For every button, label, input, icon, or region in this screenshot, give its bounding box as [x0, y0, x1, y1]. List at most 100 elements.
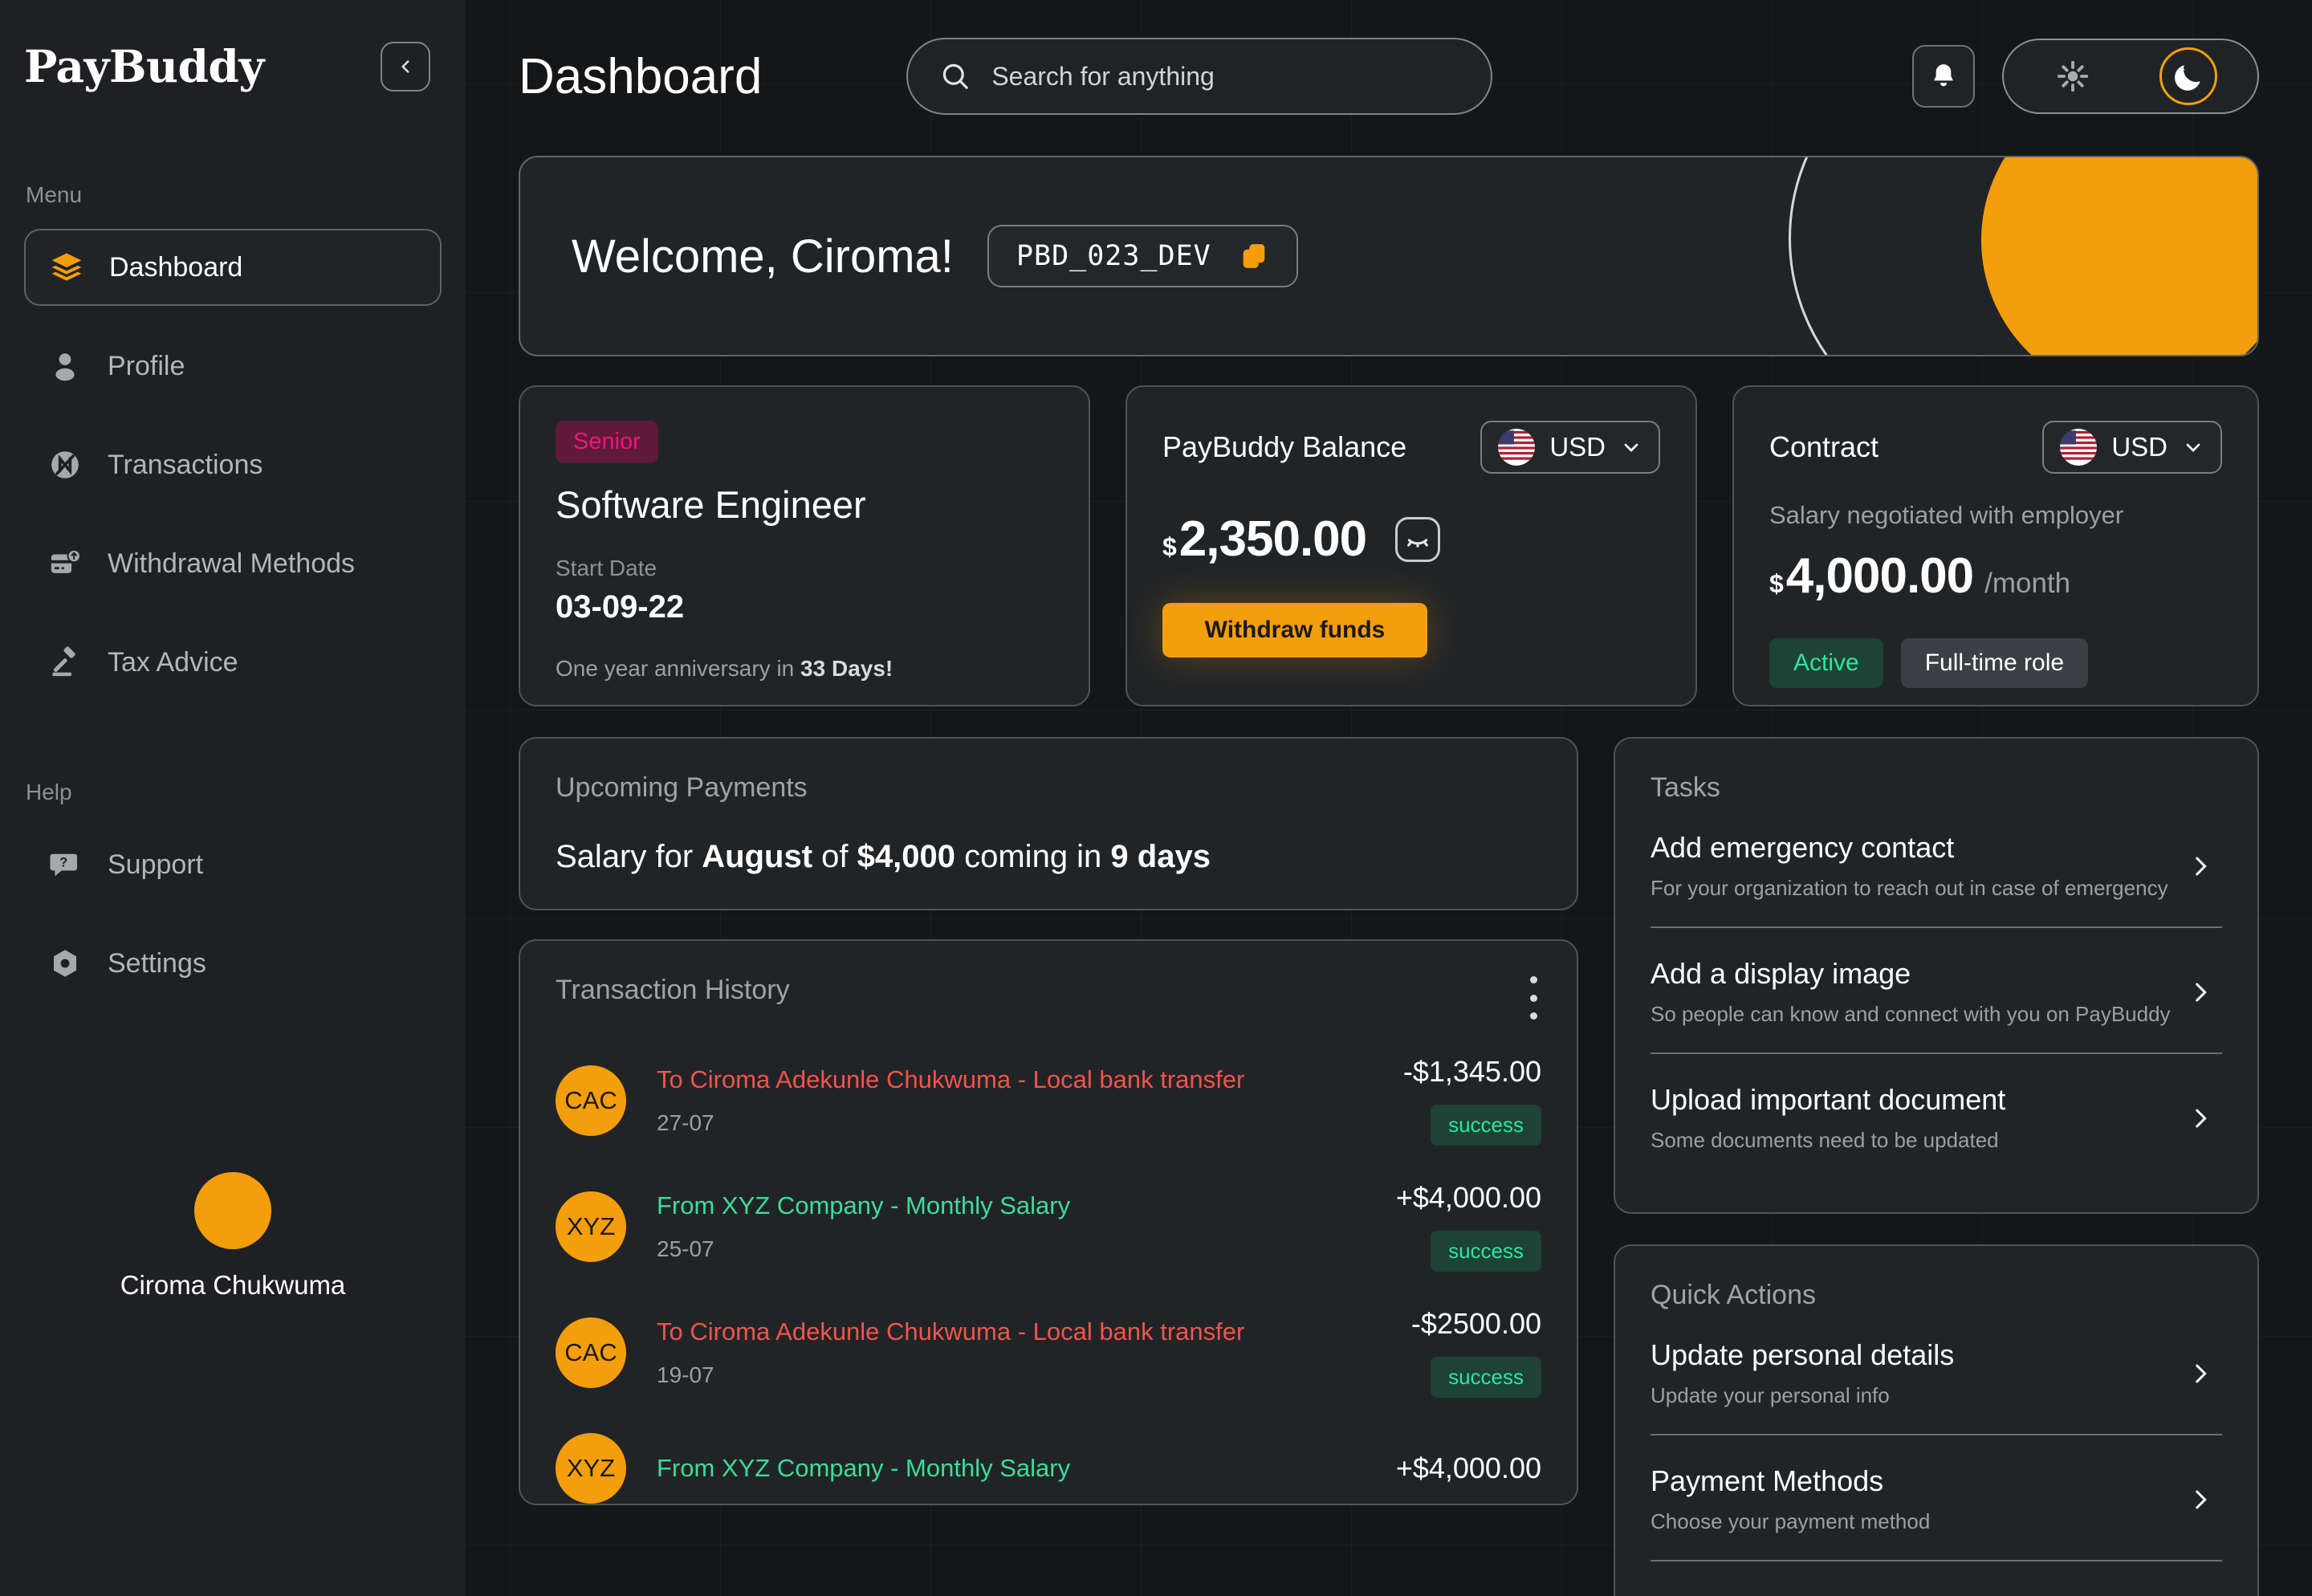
sidebar-item-support[interactable]: ? Support	[24, 826, 442, 903]
topbar-actions	[1912, 39, 2259, 114]
transaction-avatar: XYZ	[556, 1433, 626, 1504]
upcoming-payments-label: Upcoming Payments	[556, 772, 808, 803]
main-content: Dashboard Search for anything Welcome, C…	[466, 0, 2312, 1596]
list-item[interactable]: Upload important document Some documents…	[1651, 1052, 2222, 1179]
list-item[interactable]: Payment Methods Choose your payment meth…	[1651, 1434, 2222, 1560]
theme-toggle[interactable]	[2002, 39, 2259, 114]
copy-icon[interactable]	[1239, 241, 1269, 271]
anniversary-note: One year anniversary in 33 Days!	[556, 656, 1053, 682]
quick-action-text: Payment Methods Choose your payment meth…	[1651, 1464, 2187, 1534]
task-text: Add a display image So people can know a…	[1651, 957, 2187, 1027]
status-badge: Active	[1769, 638, 1883, 688]
sidebar-section-menu: Menu	[26, 182, 83, 207]
upcoming-prefix: Salary for	[556, 839, 702, 874]
sidebar-item-withdrawal-methods[interactable]: Withdrawal Methods	[24, 525, 442, 602]
contract-period: /month	[1984, 568, 2071, 599]
contract-currency-select[interactable]: USD	[2042, 421, 2222, 474]
chevron-right-icon	[2196, 1490, 2207, 1508]
balance-currency-select[interactable]: USD	[1480, 421, 1660, 474]
transaction-amount-col: +$4,000.00 success	[1396, 1181, 1541, 1272]
chevron-down-icon	[2186, 443, 2200, 452]
bell-icon	[1933, 64, 1954, 87]
list-item[interactable]: Add a display image So people can know a…	[1651, 926, 2222, 1052]
quick-action-subtitle: Update your personal info	[1651, 1383, 1890, 1407]
withdraw-funds-button[interactable]: Withdraw funds	[1162, 603, 1427, 658]
quick-action-subtitle: Choose your payment method	[1651, 1509, 1931, 1533]
transaction-amount: +$4,000.00	[1395, 1451, 1541, 1484]
balance-card-header: PayBuddy Balance USD	[1162, 421, 1660, 474]
search-icon	[943, 63, 969, 89]
welcome-banner: Welcome, Ciroma! PBD_023_DEV	[519, 156, 2259, 356]
transaction-avatar: CAC	[556, 1317, 626, 1388]
theme-option-dark[interactable]	[2159, 47, 2217, 105]
balance-amount-value: 2,350.00	[1178, 511, 1367, 567]
sidebar-collapse-button[interactable]	[381, 41, 430, 92]
task-text: Add emergency contact For your organizat…	[1651, 831, 2187, 901]
task-subtitle: For your organization to reach out in ca…	[1651, 876, 2168, 900]
sidebar-profile[interactable]: Ciroma Chukwuma	[0, 1172, 466, 1301]
lower-left-column: Upcoming Payments Salary for August of $…	[519, 737, 1578, 1505]
transaction-date: 19-07	[657, 1362, 714, 1387]
sidebar-item-tax-advice[interactable]: Tax Advice	[24, 624, 442, 701]
task-title: Upload important document	[1651, 1083, 2006, 1116]
search-input[interactable]: Search for anything	[906, 38, 1493, 115]
chevron-left-icon	[401, 59, 409, 73]
welcome-greeting: Welcome, Ciroma!	[572, 230, 954, 283]
transaction-amount-col: +$4,000.00	[1396, 1451, 1541, 1485]
sidebar-item-label: Support	[108, 849, 204, 880]
seniority-badge: Senior	[556, 421, 658, 463]
table-row[interactable]: CAC To Ciroma Adekunle Chukwuma - Local …	[556, 1307, 1541, 1398]
dev-id-chip[interactable]: PBD_023_DEV	[987, 225, 1298, 287]
job-title: Software Engineer	[556, 483, 866, 526]
transaction-description: From XYZ Company - Monthly Salary	[657, 1191, 1071, 1219]
list-item[interactable]: Update personal details Update your pers…	[1651, 1311, 2222, 1434]
quick-action-title: Payment Methods	[1651, 1464, 1884, 1497]
chat-question-icon: ?	[48, 848, 82, 881]
toggle-balance-visibility-button[interactable]	[1395, 516, 1441, 562]
transaction-description: From XYZ Company - Monthly Salary	[657, 1454, 1071, 1482]
task-text: Upload important document Some documents…	[1651, 1083, 2187, 1153]
transaction-details: From XYZ Company - Monthly Salary 25-07	[657, 1191, 1366, 1262]
table-row[interactable]: XYZ From XYZ Company - Monthly Salary 25…	[556, 1181, 1541, 1272]
chevron-right-icon	[2196, 1109, 2207, 1127]
transaction-history-header: Transaction History	[556, 975, 1541, 1020]
eye-off-icon	[1407, 538, 1429, 548]
job-card: Senior Software Engineer Start Date 03-0…	[519, 385, 1090, 706]
table-row[interactable]: XYZ From XYZ Company - Monthly Salary +$…	[556, 1433, 1541, 1504]
sidebar-item-profile[interactable]: Profile	[24, 328, 442, 405]
card-upload-icon	[48, 547, 82, 580]
gear-icon	[48, 947, 82, 980]
chevron-right-icon	[2196, 1364, 2207, 1382]
task-subtitle: Some documents need to be updated	[1651, 1128, 1999, 1152]
moon-icon	[2175, 65, 2200, 91]
transaction-avatar: XYZ	[556, 1191, 626, 1262]
transaction-details: To Ciroma Adekunle Chukwuma - Local bank…	[657, 1317, 1381, 1388]
kebab-menu-icon[interactable]	[1525, 975, 1541, 1020]
start-date-label: Start Date	[556, 556, 657, 580]
sidebar: PayBuddy Menu Dashboard Profile Transact…	[0, 0, 466, 1596]
brand-row: PayBuddy	[24, 0, 442, 92]
anniversary-value: 33 Days!	[800, 656, 893, 681]
sidebar-item-settings[interactable]: Settings	[24, 925, 442, 1002]
quick-actions-label: Quick Actions	[1651, 1280, 1816, 1310]
theme-option-light[interactable]	[2044, 47, 2102, 105]
sidebar-item-dashboard[interactable]: Dashboard	[24, 229, 442, 306]
table-row[interactable]: CAC To Ciroma Adekunle Chukwuma - Local …	[556, 1055, 1541, 1146]
search-placeholder: Search for anything	[991, 61, 1215, 91]
sidebar-section-help: Help	[26, 780, 72, 804]
sidebar-item-label: Withdrawal Methods	[108, 548, 356, 579]
avatar-name: Ciroma Chukwuma	[120, 1270, 346, 1300]
transactions-icon	[48, 448, 82, 482]
balance-currency-code: USD	[1549, 432, 1606, 462]
us-flag-icon	[2060, 429, 2098, 466]
sidebar-item-transactions[interactable]: Transactions	[24, 426, 442, 503]
balance-card: PayBuddy Balance USD $2,350.00 Withdraw …	[1125, 385, 1697, 706]
transaction-description: To Ciroma Adekunle Chukwuma - Local bank…	[657, 1065, 1245, 1093]
task-subtitle: So people can know and connect with you …	[1651, 1002, 2171, 1026]
tasks-panel: Tasks Add emergency contact For your org…	[1614, 737, 2259, 1214]
contract-card-title: Contract	[1769, 430, 1879, 463]
upcoming-mid: of	[812, 839, 857, 874]
notifications-button[interactable]	[1912, 45, 1975, 108]
list-item[interactable]	[1651, 1560, 2222, 1590]
list-item[interactable]: Add emergency contact For your organizat…	[1651, 804, 2222, 926]
